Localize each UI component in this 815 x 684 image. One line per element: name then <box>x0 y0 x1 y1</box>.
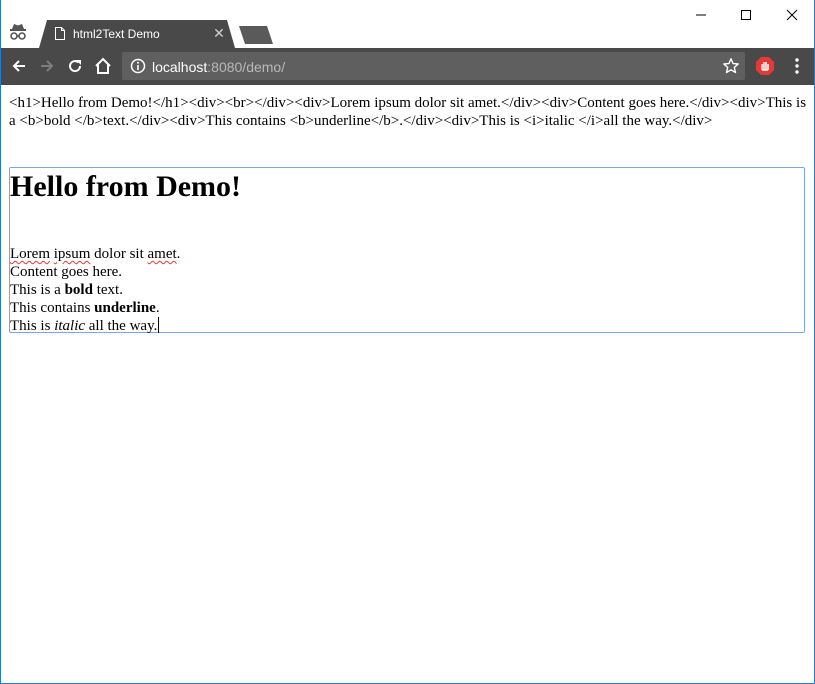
editor-line: Content goes here. <box>10 264 123 280</box>
italic-text: italic <box>54 318 86 334</box>
maximize-icon <box>741 10 751 20</box>
browser-window: html2Text Demo ✕ localhost:8080/demo/ <h… <box>0 0 815 684</box>
url-host: localhost <box>152 59 208 75</box>
back-icon <box>12 60 25 72</box>
maximize-button[interactable] <box>723 0 769 30</box>
bold-text: bold <box>64 282 93 298</box>
text-run: . <box>176 246 181 262</box>
editor-line: This contains underline. <box>10 299 180 317</box>
text-run: all the way. <box>85 318 158 334</box>
stop-extension-icon[interactable] <box>755 56 775 76</box>
reload-button[interactable] <box>63 54 87 78</box>
incognito-icon <box>9 22 27 42</box>
minimize-button[interactable] <box>678 0 724 30</box>
text-run: . <box>155 300 160 316</box>
forward-button[interactable] <box>35 54 59 78</box>
address-bar[interactable]: localhost:8080/demo/ <box>122 52 745 80</box>
text-caret <box>158 317 160 333</box>
forward-icon <box>41 60 54 72</box>
minimize-icon <box>696 14 706 16</box>
text-run: This contains <box>10 300 95 316</box>
url-text: localhost:8080/demo/ <box>152 59 285 75</box>
text-run: This is a <box>10 282 65 298</box>
star-icon[interactable] <box>722 57 740 75</box>
text-run: This is <box>10 318 55 334</box>
editor-line: Lorem ipsum dolor sit amet. <box>10 245 180 263</box>
close-icon <box>786 9 798 21</box>
tab-title: html2Text Demo <box>73 27 160 41</box>
home-icon <box>95 57 111 74</box>
misspelled-word: Lorem <box>10 246 50 262</box>
tab-html2text-demo[interactable]: html2Text Demo ✕ <box>39 20 235 48</box>
back-button[interactable] <box>7 54 31 78</box>
close-window-button[interactable] <box>769 0 815 30</box>
reload-icon <box>69 60 82 73</box>
editor-line: This is italic all the way. <box>10 317 180 335</box>
title-bar: html2Text Demo ✕ <box>1 0 814 48</box>
misspelled-word: ipsum <box>53 246 91 262</box>
more-menu-icon[interactable] <box>787 56 807 76</box>
browser-toolbar: localhost:8080/demo/ <box>1 48 814 85</box>
bold-text: underline <box>94 300 156 316</box>
text-run: text. <box>92 282 123 298</box>
editor-line: This is a bold text. <box>10 281 180 299</box>
new-tab-button[interactable] <box>239 26 273 44</box>
text-run: dolor sit <box>94 246 144 262</box>
raw-html-output: <h1>Hello from Demo!</h1><div><br></div>… <box>9 95 807 129</box>
editor-heading: Hello from Demo! <box>10 170 242 203</box>
rich-text-editor[interactable]: Hello from Demo! Lorem ipsum dolor sit a… <box>9 167 805 335</box>
tab-close-icon[interactable]: ✕ <box>211 24 227 42</box>
home-button[interactable] <box>91 54 115 78</box>
info-icon[interactable] <box>130 58 146 74</box>
misspelled-word: amet <box>147 246 177 262</box>
document-icon <box>55 27 65 40</box>
url-path: :8080/demo/ <box>207 59 286 75</box>
editor-body: Lorem ipsum dolor sit amet. Content goes… <box>10 245 180 335</box>
page-content: <h1>Hello from Demo!</h1><div><br></div>… <box>1 85 814 683</box>
